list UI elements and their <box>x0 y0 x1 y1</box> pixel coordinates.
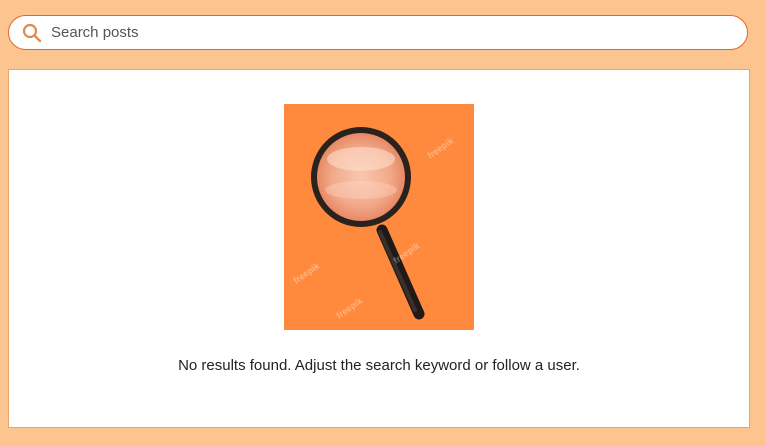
magnifying-glass-illustration: freepik freepik freepik freepik <box>284 104 474 330</box>
search-icon <box>21 22 43 44</box>
search-bar[interactable] <box>8 15 748 50</box>
search-input[interactable] <box>49 18 747 47</box>
empty-results-message: No results found. Adjust the search keyw… <box>178 357 580 374</box>
results-panel: freepik freepik freepik freepik No resul… <box>8 69 750 428</box>
